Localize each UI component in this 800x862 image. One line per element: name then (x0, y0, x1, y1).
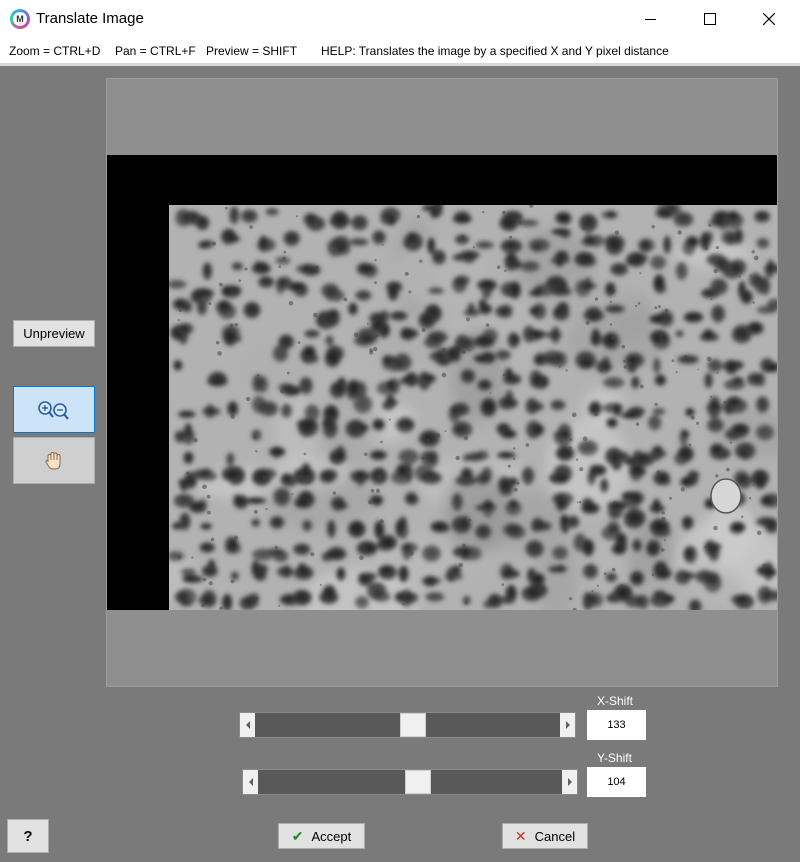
close-icon (763, 13, 775, 25)
zoom-tool-button[interactable] (13, 386, 95, 433)
sem-image (169, 205, 777, 610)
cancel-label: Cancel (534, 828, 576, 844)
title-bar: M Translate Image (0, 0, 800, 38)
preview-shortcut-text: Preview = SHIFT (206, 44, 298, 58)
y-shift-slider[interactable] (242, 769, 578, 795)
cancel-button[interactable]: ✕ Cancel (502, 823, 588, 849)
chevron-right-icon (567, 778, 572, 786)
chevron-right-icon (565, 721, 570, 729)
x-shift-slider[interactable] (239, 712, 576, 738)
zoom-in-out-icon (38, 400, 69, 420)
pan-shortcut-text: Pan = CTRL+F (115, 44, 196, 58)
image-preview-canvas[interactable] (106, 78, 778, 687)
hand-pan-icon (45, 451, 61, 469)
x-shift-input[interactable]: 133 (586, 709, 647, 741)
dialog-body: Unpreview X-Shift 133 Y-Shift 104 ? ✔ Ac… (0, 66, 800, 862)
accept-label: Accept (311, 828, 352, 844)
accept-button[interactable]: ✔ Accept (278, 823, 365, 849)
minimize-button[interactable] (628, 0, 674, 38)
check-icon: ✔ (291, 827, 304, 844)
help-button[interactable]: ? (7, 819, 49, 853)
window-title: Translate Image (36, 10, 144, 27)
pan-tool-button[interactable] (13, 437, 95, 484)
close-button[interactable] (746, 0, 792, 38)
maximize-icon (704, 13, 716, 25)
unpreview-button[interactable]: Unpreview (13, 320, 95, 347)
y-shift-input[interactable]: 104 (586, 766, 647, 798)
x-shift-label: X-Shift (597, 694, 634, 708)
x-icon: ✕ (514, 827, 527, 844)
app-icon: M (10, 9, 30, 29)
y-shift-slider-thumb[interactable] (405, 770, 432, 794)
y-shift-right-arrow[interactable] (562, 770, 577, 794)
y-shift-label: Y-Shift (597, 751, 632, 765)
help-description-text: HELP: Translates the image by a specifie… (321, 44, 669, 58)
shortcut-help-bar: Zoom = CTRL+D Pan = CTRL+F Preview = SHI… (0, 38, 800, 63)
minimize-icon (645, 19, 656, 20)
chevron-left-icon (248, 778, 253, 786)
maximize-button[interactable] (687, 0, 733, 38)
y-shift-left-arrow[interactable] (243, 770, 258, 794)
x-shift-slider-thumb[interactable] (400, 713, 427, 737)
chevron-left-icon (245, 721, 250, 729)
translated-image-area (107, 155, 777, 610)
x-shift-left-arrow[interactable] (240, 713, 255, 737)
micrograph-picture (169, 205, 777, 610)
x-shift-right-arrow[interactable] (560, 713, 575, 737)
zoom-shortcut-text: Zoom = CTRL+D (9, 44, 101, 58)
